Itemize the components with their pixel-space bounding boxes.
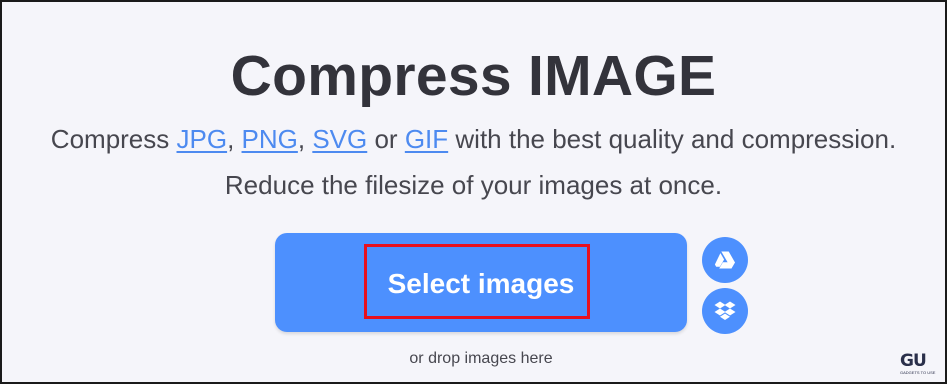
google-drive-button[interactable]	[702, 237, 748, 283]
drop-hint-text: or drop images here	[409, 350, 553, 367]
subtitle-separator: or	[367, 124, 405, 154]
page-frame: Compress IMAGE Compress JPG, PNG, SVG or…	[0, 0, 947, 384]
subtitle-separator: ,	[297, 124, 313, 154]
google-drive-icon	[714, 251, 735, 269]
gadgets-to-use-logo: GU GADGETS TO USE	[900, 351, 938, 377]
dropbox-button[interactable]	[702, 288, 748, 334]
subtitle-suffix: with the best quality and compression.	[448, 124, 897, 154]
link-svg[interactable]: SVG	[312, 124, 367, 154]
link-jpg[interactable]: JPG	[177, 124, 228, 154]
subtitle-separator: ,	[227, 124, 242, 154]
subtitle-line-2: Reduce the filesize of your images at on…	[224, 170, 723, 200]
select-images-label: Select images	[387, 268, 575, 299]
watermark-text: GU	[900, 351, 927, 371]
subtitle-line-1: Compress JPG, PNG, SVG or GIF with the b…	[2, 116, 945, 162]
select-images-button[interactable]: Select images	[275, 233, 687, 332]
link-gif[interactable]: GIF	[405, 124, 448, 154]
dropbox-icon	[714, 301, 736, 320]
link-png[interactable]: PNG	[242, 124, 298, 154]
page-title: Compress IMAGE	[230, 44, 717, 108]
watermark-subtext: GADGETS TO USE	[900, 370, 936, 375]
subtitle-prefix: Compress	[50, 124, 177, 154]
page-subtitle: Compress JPG, PNG, SVG or GIF with the b…	[2, 116, 945, 208]
